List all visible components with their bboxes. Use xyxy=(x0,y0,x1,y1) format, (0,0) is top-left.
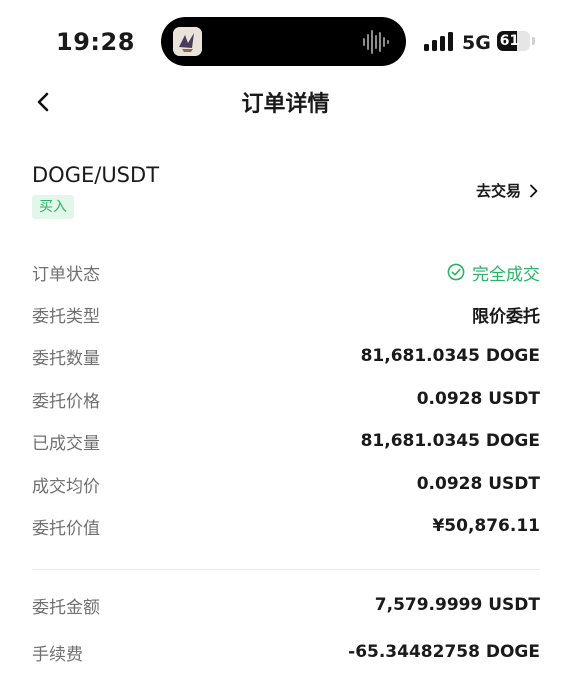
order-status-value: 完全成交 xyxy=(447,260,540,285)
detail-value: 0.0928 USDT xyxy=(416,474,540,494)
waveform-icon xyxy=(362,29,390,55)
section-divider xyxy=(32,569,540,570)
trading-pair: DOGE/USDT xyxy=(32,163,160,187)
status-bar: 19:28 5G 61 xyxy=(0,0,571,84)
detail-value: 81,681.0345 DOGE xyxy=(360,431,540,451)
detail-value: -65.34482758 DOGE xyxy=(348,642,540,662)
chevron-right-icon xyxy=(530,184,538,197)
detail-row-order-type: 委托类型 限价委托 xyxy=(32,299,540,329)
detail-label: 已成交量 xyxy=(32,433,100,454)
detail-label: 委托价值 xyxy=(32,518,100,539)
detail-value: 0.0928 USDT xyxy=(416,389,540,409)
detail-label: 手续费 xyxy=(32,644,83,665)
detail-row-order-price: 委托价格 0.0928 USDT xyxy=(32,384,540,414)
detail-row-filled-quantity: 已成交量 81,681.0345 DOGE xyxy=(32,426,540,456)
page-title: 订单详情 xyxy=(241,92,330,117)
detail-label: 委托价格 xyxy=(32,391,100,412)
clock: 19:28 xyxy=(56,28,135,56)
go-trade-link[interactable]: 去交易 xyxy=(476,180,539,201)
battery-tip xyxy=(532,37,535,45)
detail-value: ¥50,876.11 xyxy=(432,516,540,536)
detail-label: 成交均价 xyxy=(32,476,100,497)
check-circle-icon xyxy=(447,263,465,281)
back-button[interactable] xyxy=(28,86,60,118)
order-side-badge: 买入 xyxy=(32,195,74,219)
network-type: 5G xyxy=(462,32,491,54)
battery-percent: 61 xyxy=(499,33,520,49)
order-status-text: 完全成交 xyxy=(472,264,540,285)
detail-row-order-amount: 委托金额 7,579.9999 USDT xyxy=(32,590,540,620)
dynamic-island[interactable] xyxy=(161,17,406,66)
detail-row-order-value: 委托价值 ¥50,876.11 xyxy=(32,511,540,541)
back-chevron-icon xyxy=(37,92,49,112)
signal-icon xyxy=(424,31,454,51)
detail-label: 委托金额 xyxy=(32,597,100,618)
detail-row-average-price: 成交均价 0.0928 USDT xyxy=(32,469,540,499)
detail-label: 委托数量 xyxy=(32,348,100,369)
detail-value: 81,681.0345 DOGE xyxy=(360,346,540,366)
go-trade-label: 去交易 xyxy=(475,182,521,200)
detail-value: 限价委托 xyxy=(472,306,540,327)
battery-icon: 61 xyxy=(497,31,530,51)
detail-label: 委托类型 xyxy=(32,306,100,327)
detail-row-order-quantity: 委托数量 81,681.0345 DOGE xyxy=(32,341,540,371)
detail-row-fee: 手续费 -65.34482758 DOGE xyxy=(32,637,540,667)
now-playing-artwork xyxy=(173,27,202,56)
detail-label: 订单状态 xyxy=(32,264,100,285)
detail-value: 7,579.9999 USDT xyxy=(374,595,540,615)
detail-row-status: 订单状态 完全成交 xyxy=(32,257,540,287)
